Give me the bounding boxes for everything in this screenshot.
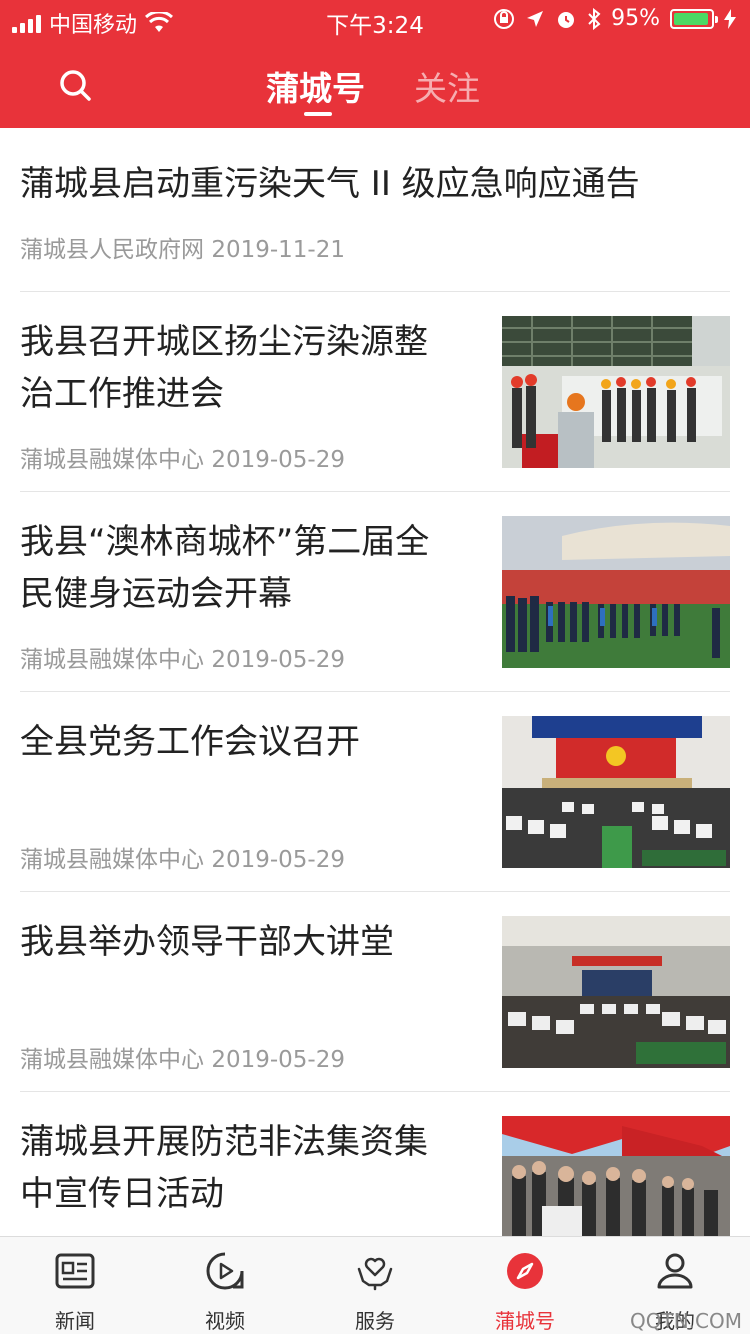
news-item[interactable]: 蒲城县开展防范非法集资集 中宣传日活动	[20, 1092, 730, 1236]
compass-icon	[507, 1253, 543, 1289]
charging-icon	[724, 8, 736, 29]
news-date: 2019-05-29	[211, 1047, 345, 1073]
alarm-icon	[558, 11, 575, 28]
news-meta: 蒲城县融媒体中心 2019-05-29	[20, 840, 345, 874]
news-item[interactable]: 我县“澳林商城杯”第二届全 民健身运动会开幕 蒲城县融媒体中心 2019-05-…	[20, 492, 730, 692]
news-title[interactable]: 我县召开城区扬尘污染源整 治工作推进会	[20, 316, 428, 420]
news-thumbnail[interactable]	[502, 516, 730, 668]
tabbar-label: 服务	[355, 1309, 395, 1333]
news-title[interactable]: 我县举办领导干部大讲堂	[20, 916, 394, 968]
news-item[interactable]: 我县举办领导干部大讲堂 蒲城县融媒体中心 2019-05-29	[20, 892, 730, 1092]
active-tab-indicator	[304, 112, 332, 116]
news-title[interactable]: 我县“澳林商城杯”第二届全 民健身运动会开幕	[20, 516, 429, 620]
tabbar-label: 视频	[205, 1309, 245, 1333]
news-thumbnail[interactable]	[502, 1116, 730, 1236]
news-thumbnail[interactable]	[502, 916, 730, 1068]
news-date: 2019-05-29	[211, 647, 345, 673]
news-item[interactable]: 全县党务工作会议召开 蒲城县融媒体中心 2019-05-29	[20, 692, 730, 892]
news-meta: 蒲城县人民政府网 2019-11-21	[20, 230, 345, 264]
news-item[interactable]: 蒲城县启动重污染天气 II 级应急响应通告 蒲城县人民政府网 2019-11-2…	[20, 128, 730, 292]
news-meta: 蒲城县融媒体中心 2019-05-29	[20, 1040, 345, 1074]
news-title[interactable]: 蒲城县开展防范非法集资集 中宣传日活动	[20, 1116, 428, 1220]
bluetooth-icon	[588, 7, 601, 30]
location-icon	[527, 10, 544, 27]
news-thumbnail[interactable]	[502, 316, 730, 468]
rotation-lock-icon	[494, 8, 515, 29]
news-thumbnail[interactable]	[502, 716, 730, 868]
news-meta: 蒲城县融媒体中心 2019-05-29	[20, 440, 345, 474]
battery-percent: 95%	[611, 6, 660, 31]
news-date: 2019-05-29	[211, 847, 345, 873]
tab-pucheng-hao[interactable]: 蒲城号	[266, 62, 365, 110]
news-title[interactable]: 蒲城县启动重污染天气 II 级应急响应通告	[20, 158, 640, 210]
news-date: 2019-05-29	[211, 447, 345, 473]
tab-follow[interactable]: 关注	[414, 62, 480, 110]
status-bar: 中国移动 下午3:24 95%	[0, 0, 750, 40]
tabbar-item-news[interactable]: 新闻	[0, 1237, 150, 1334]
tabbar-item-service[interactable]: 服务	[300, 1237, 450, 1334]
tabbar-item-video[interactable]: 视频	[150, 1237, 300, 1334]
tabbar-label: 蒲城号	[495, 1309, 555, 1333]
news-date: 2019-11-21	[211, 237, 345, 263]
person-icon	[657, 1253, 693, 1289]
newspaper-icon	[55, 1253, 95, 1289]
news-item[interactable]: 我县召开城区扬尘污染源整 治工作推进会 蒲城县融媒体中心 2019-05-29	[20, 292, 730, 492]
search-icon[interactable]	[56, 66, 96, 106]
news-source: 蒲城县人民政府网	[20, 237, 204, 263]
heart-hand-icon	[357, 1257, 393, 1291]
app-header: 中国移动 下午3:24 95% 蒲城号 关注	[0, 0, 750, 128]
play-icon	[206, 1252, 244, 1290]
news-source: 蒲城县融媒体中心	[20, 847, 204, 873]
bottom-tab-bar: 新闻 视频 服务 蒲城号 我的 QQTN.COM	[0, 1236, 750, 1334]
tabbar-label: 新闻	[55, 1309, 95, 1333]
top-nav: 蒲城号 关注	[0, 44, 750, 128]
news-source: 蒲城县融媒体中心	[20, 1047, 204, 1073]
news-meta: 蒲城县融媒体中心 2019-05-29	[20, 640, 345, 674]
news-source: 蒲城县融媒体中心	[20, 447, 204, 473]
news-feed[interactable]: 蒲城县启动重污染天气 II 级应急响应通告 蒲城县人民政府网 2019-11-2…	[0, 128, 750, 1236]
tabbar-item-pucheng-hao[interactable]: 蒲城号	[450, 1237, 600, 1334]
news-source: 蒲城县融媒体中心	[20, 647, 204, 673]
watermark: QQTN.COM	[630, 1309, 742, 1333]
news-title[interactable]: 全县党务工作会议召开	[20, 716, 360, 768]
battery-icon	[670, 8, 718, 29]
